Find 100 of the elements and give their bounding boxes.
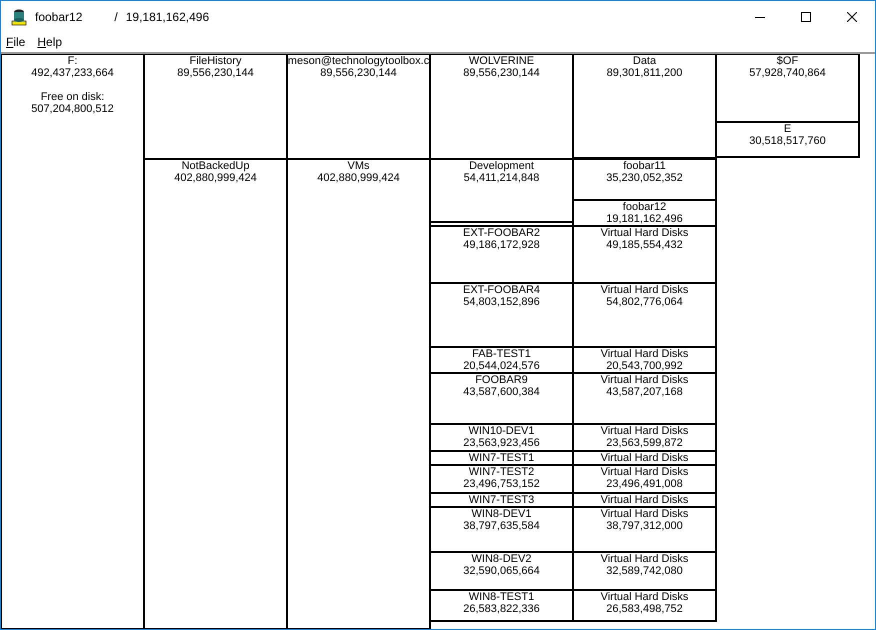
folder-size: 23,496,753,152 bbox=[463, 478, 540, 490]
menu-item[interactable]: Help bbox=[37, 35, 62, 49]
close-icon bbox=[847, 12, 857, 22]
folder-name: E bbox=[784, 122, 792, 135]
folder-size: 30,518,517,760 bbox=[749, 134, 826, 147]
folder-cell[interactable]: WIN8-DEV1 38,797,635,584 bbox=[430, 506, 573, 552]
folder-name: Virtual Hard Disks bbox=[600, 452, 688, 464]
free-label: Free on disk: bbox=[40, 91, 104, 103]
folder-name: WIN7-TEST3 bbox=[468, 494, 534, 506]
folder-cell[interactable]: foobar11 35,230,052,352 bbox=[573, 158, 716, 200]
folder-cell[interactable]: Data 89,301,811,200 bbox=[573, 54, 716, 158]
folder-name: VMs bbox=[348, 160, 370, 172]
folder-size: 402,880,999,424 bbox=[174, 172, 257, 184]
folder-cell[interactable]: meson@technologytoolbox.c 89,556,230,144 bbox=[287, 54, 430, 159]
folder-name: Virtual Hard Disks bbox=[600, 284, 688, 296]
folder-cell[interactable]: WOLVERINE 89,556,230,144 bbox=[430, 54, 573, 159]
folder-size: 23,563,923,456 bbox=[463, 436, 540, 449]
folder-cell[interactable]: WIN7-TEST3 bbox=[430, 492, 573, 507]
folder-name: EXT-FOOBAR4 bbox=[462, 284, 540, 296]
folder-name: WIN8-DEV1 bbox=[472, 508, 532, 520]
folder-cell[interactable]: WIN8-TEST1 26,583,822,336 bbox=[430, 590, 573, 622]
folder-cell[interactable]: Virtual Hard Disks 49,185,554,432 bbox=[573, 226, 716, 284]
folder-size: 89,556,230,144 bbox=[320, 67, 397, 79]
folder-size: 26,583,498,752 bbox=[606, 603, 683, 616]
folder-cell[interactable]: FAB-TEST1 20,544,024,576 bbox=[430, 347, 573, 374]
folder-cell[interactable]: EXT-FOOBAR2 49,186,172,928 bbox=[430, 226, 573, 284]
folder-name: Virtual Hard Disks bbox=[600, 508, 688, 520]
folder-cell[interactable]: F: 492,437,233,664 Free on disk: 507,204,800,512 bbox=[1, 54, 144, 629]
folder-name: $OF bbox=[776, 55, 798, 67]
folder-size: 38,797,635,584 bbox=[463, 520, 540, 532]
menu-item[interactable]: File bbox=[6, 35, 26, 49]
folder-name: Virtual Hard Disks bbox=[600, 374, 688, 386]
folder-name: F: bbox=[68, 55, 78, 67]
folder-cell[interactable]: Virtual Hard Disks 23,496,491,008 bbox=[573, 465, 716, 493]
folder-size: 23,563,599,872 bbox=[606, 436, 683, 449]
folder-name: Virtual Hard Disks bbox=[600, 226, 688, 239]
folder-cell[interactable]: WIN7-TEST1 bbox=[430, 451, 573, 466]
folder-name: meson@technologytoolbox.c bbox=[288, 55, 429, 67]
disk-icon bbox=[11, 8, 27, 26]
folder-size: 54,411,214,848 bbox=[464, 172, 540, 184]
folder-cell[interactable]: foobar12 19,181,162,496 bbox=[573, 200, 716, 226]
folder-cell[interactable]: E 30,518,517,760 bbox=[716, 122, 859, 158]
folder-cell[interactable]: NotBackedUp 402,880,999,424 bbox=[144, 158, 287, 629]
folder-size: 89,556,230,144 bbox=[463, 67, 540, 79]
folder-name: FileHistory bbox=[190, 55, 242, 67]
folder-name: WIN10-DEV1 bbox=[468, 424, 535, 437]
folder-cell[interactable]: Virtual Hard Disks 26,583,498,752 bbox=[573, 590, 716, 622]
folder-size: 32,589,742,080 bbox=[606, 565, 683, 578]
folder-name: EXT-FOOBAR2 bbox=[462, 226, 540, 239]
folder-size: 57,928,740,864 bbox=[749, 67, 826, 79]
folder-size: 19,181,162,496 bbox=[606, 212, 683, 225]
folder-name: WIN8-TEST1 bbox=[468, 591, 534, 604]
window-size: 19,181,162,496 bbox=[126, 10, 210, 24]
folder-cell[interactable]: EXT-FOOBAR4 54,803,152,896 bbox=[430, 283, 573, 348]
folder-cell[interactable]: $OF 57,928,740,864 bbox=[716, 54, 859, 122]
folder-cell[interactable]: FOOBAR9 43,587,600,384 bbox=[430, 373, 573, 424]
folder-cell[interactable]: Virtual Hard Disks 20,543,700,992 bbox=[573, 347, 716, 374]
folder-size: 402,880,999,424 bbox=[317, 172, 400, 184]
folder-cell[interactable]: WIN10-DEV1 23,563,923,456 bbox=[430, 424, 573, 452]
folder-size: 89,301,811,200 bbox=[606, 67, 682, 79]
folder-name: WIN7-TEST2 bbox=[468, 466, 534, 478]
folder-size: 38,797,312,000 bbox=[606, 520, 683, 532]
folder-size: 49,185,554,432 bbox=[606, 238, 683, 251]
folder-cell[interactable]: Virtual Hard Disks 38,797,312,000 bbox=[573, 506, 716, 552]
folder-cell[interactable]: Virtual Hard Disks 32,589,742,080 bbox=[573, 552, 716, 590]
window-title: foobar12 bbox=[35, 10, 82, 24]
folder-cell[interactable]: Virtual Hard Disks 54,802,776,064 bbox=[573, 283, 716, 348]
folder-size: 54,803,152,896 bbox=[463, 296, 540, 308]
maximize-icon bbox=[801, 12, 811, 22]
folder-size: 35,230,052,352 bbox=[606, 172, 683, 184]
folder-name: WOLVERINE bbox=[468, 55, 534, 67]
folder-name: WIN8-DEV2 bbox=[472, 553, 532, 566]
folder-size: 492,437,233,664 bbox=[31, 67, 114, 79]
folder-cell[interactable]: Virtual Hard Disks 43,587,207,168 bbox=[573, 373, 716, 424]
folder-cell[interactable]: WIN7-TEST2 23,496,753,152 bbox=[430, 465, 573, 493]
folder-name: Virtual Hard Disks bbox=[600, 553, 688, 566]
folder-cell[interactable]: WIN8-DEV2 32,590,065,664 bbox=[430, 552, 573, 590]
folder-cell[interactable]: VMs 402,880,999,424 bbox=[287, 158, 430, 629]
folder-cell[interactable]: Virtual Hard Disks 23,563,599,872 bbox=[573, 424, 716, 452]
folder-name: NotBackedUp bbox=[182, 160, 250, 172]
folder-name: FOOBAR9 bbox=[475, 374, 528, 386]
folder-name: FAB-TEST1 bbox=[472, 348, 531, 360]
folder-name: Virtual Hard Disks bbox=[600, 348, 688, 360]
folder-size: 43,587,600,384 bbox=[463, 386, 540, 398]
folder-size: 23,496,491,008 bbox=[606, 478, 683, 490]
folder-name: foobar11 bbox=[623, 160, 666, 172]
folder-size: 49,186,172,928 bbox=[463, 238, 540, 251]
folder-name: Virtual Hard Disks bbox=[600, 494, 688, 506]
folder-cell[interactable]: Virtual Hard Disks bbox=[573, 492, 716, 507]
path-separator: / bbox=[114, 10, 118, 24]
folder-name: foobar12 bbox=[622, 200, 666, 213]
folder-size: 89,556,230,144 bbox=[177, 67, 254, 79]
folder-cell[interactable]: FileHistory 89,556,230,144 bbox=[144, 54, 287, 159]
free-size: 507,204,800,512 bbox=[31, 103, 114, 115]
folder-size: 20,544,024,576 bbox=[463, 360, 540, 372]
folder-cell[interactable]: Development 54,411,214,848 bbox=[430, 158, 573, 222]
folder-name: Data bbox=[632, 55, 656, 67]
folder-name: Virtual Hard Disks bbox=[600, 466, 688, 478]
folder-size: 32,590,065,664 bbox=[463, 565, 540, 578]
folder-cell[interactable]: Virtual Hard Disks bbox=[573, 451, 716, 466]
